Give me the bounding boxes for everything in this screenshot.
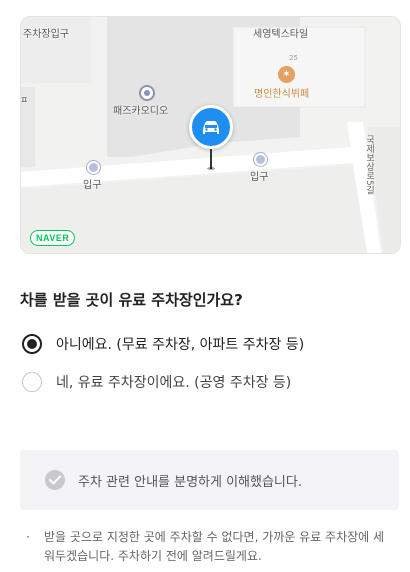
map-label-studio[interactable]: 패즈카오디오: [113, 102, 168, 117]
parking-note: · 받을 곳으로 지정한 곳에 주차할 수 없다면, 가까운 유료 주차장에 세…: [26, 528, 392, 566]
entrance-dot-icon[interactable]: [87, 161, 100, 174]
car-icon: [203, 121, 219, 134]
confirm-label: 주차 관련 안내를 분명하게 이해했습니다.: [78, 474, 302, 490]
check-circle-icon[interactable]: [45, 470, 65, 490]
confirm-checkbox-row[interactable]: 주차 관련 안내를 분명하게 이해했습니다.: [20, 450, 399, 510]
map-view[interactable]: 주차장입구 세영텍스타일 25 ㅍ ✶ 명인한식뷔페 패즈카오디오 입구 입구 …: [20, 16, 401, 254]
note-bullet: ·: [26, 530, 30, 544]
map-label-building-number: 25: [289, 54, 298, 62]
map-label-restaurant[interactable]: 명인한식뷔페: [254, 85, 309, 100]
car-pin-stem: [210, 149, 212, 169]
naver-logo-badge: NAVER: [30, 230, 76, 246]
radio-unselected-icon[interactable]: [22, 372, 42, 392]
car-pin-shadow: [207, 167, 215, 170]
option-label: 네, 유료 주차장이에요. (공영 주차장 등): [56, 375, 292, 391]
map-label-building: 세영텍스타일: [253, 29, 309, 40]
radio-selected-icon[interactable]: [22, 334, 42, 354]
fork-knife-icon[interactable]: ✶: [278, 66, 295, 83]
map-label-parking-entrance: 주차장입구: [23, 29, 69, 40]
map-poi-icon[interactable]: [139, 85, 155, 101]
option-label: 아니에요. (무료 주차장, 아파트 주차장 등): [56, 337, 305, 353]
entrance-dot-icon[interactable]: [254, 153, 267, 166]
car-location-pin[interactable]: [189, 105, 233, 149]
map-label-side-mark: ㅍ: [20, 96, 29, 106]
question-title: 차를 받을 곳이 유료 주차장인가요?: [20, 291, 243, 309]
option-no-free-parking[interactable]: 아니에요. (무료 주차장, 아파트 주차장 등): [22, 332, 304, 356]
map-label-entrance-left[interactable]: 입구: [83, 176, 101, 191]
option-yes-paid-parking[interactable]: 네, 유료 주차장이에요. (공영 주차장 등): [22, 370, 291, 394]
note-text: 받을 곳으로 지정한 곳에 주차할 수 없다면, 가까운 유료 주차장에 세워두…: [44, 530, 385, 563]
map-label-entrance-right[interactable]: 입구: [250, 168, 268, 183]
map-label-road: 국제보상로5길: [364, 135, 374, 195]
